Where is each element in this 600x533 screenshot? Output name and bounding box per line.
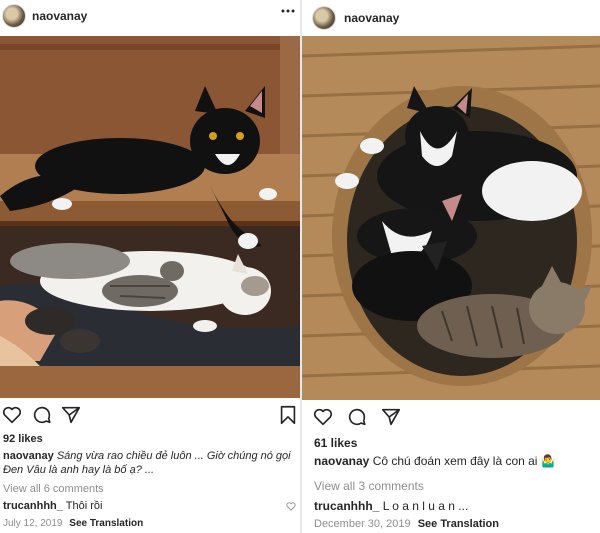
post-meta: December 30, 2019 See Translation	[314, 518, 499, 530]
post-photo[interactable]	[302, 36, 600, 400]
comment-username[interactable]: trucanhhh_	[3, 500, 63, 512]
heart-icon[interactable]	[1, 404, 23, 426]
comment-icon[interactable]	[31, 404, 53, 426]
avatar[interactable]	[312, 6, 336, 30]
comment-username[interactable]: trucanhhh_	[314, 499, 379, 513]
see-translation-link[interactable]: See Translation	[69, 518, 143, 529]
username[interactable]: naovanay	[344, 11, 399, 25]
left-post: naovanay 92 likes naovanay Sáng vừa rao …	[0, 0, 300, 533]
comment-text: L o a n l u a n ...	[382, 499, 469, 513]
likes-count[interactable]: 61 likes	[314, 436, 357, 450]
post-date: July 12, 2019	[3, 518, 63, 529]
action-bar	[0, 404, 300, 428]
share-icon[interactable]	[380, 406, 402, 428]
instagram-post-comparison: naovanay 92 likes naovanay Sáng vừa rao …	[0, 0, 600, 533]
caption-username[interactable]: naovanay	[3, 450, 54, 462]
comment: trucanhhh_ Thôi rồi	[3, 500, 102, 512]
avatar[interactable]	[2, 4, 26, 28]
comment-heart-icon[interactable]	[285, 501, 297, 512]
caption-username[interactable]: naovanay	[314, 454, 369, 468]
action-bar	[302, 406, 600, 430]
share-icon[interactable]	[60, 404, 82, 426]
caption-emoji: 🤷‍♂️	[540, 454, 556, 468]
comment: trucanhhh_ L o a n l u a n ...	[314, 499, 468, 513]
comment-text: Thôi rồi	[65, 500, 103, 512]
caption: naovanay Cô chú đoán xem đây là con ai 🤷…	[314, 454, 594, 468]
post-meta: July 12, 2019 See Translation	[3, 518, 143, 529]
bookmark-icon[interactable]	[277, 404, 299, 426]
post-header: naovanay	[0, 0, 300, 34]
post-header: naovanay	[302, 0, 600, 34]
heart-icon[interactable]	[312, 406, 334, 428]
view-all-comments-link[interactable]: View all 6 comments	[3, 483, 104, 495]
right-post: naovanay 61 likes naovanay Cô chú đoán x…	[302, 0, 600, 533]
see-translation-link[interactable]: See Translation	[418, 518, 499, 530]
ellipsis-horizontal-icon[interactable]	[280, 6, 296, 16]
caption-text: Cô chú đoán xem đây là con ai	[372, 454, 538, 468]
username[interactable]: naovanay	[32, 9, 87, 23]
view-all-comments-link[interactable]: View all 3 comments	[314, 479, 424, 493]
likes-count[interactable]: 92 likes	[3, 433, 43, 445]
comment-icon[interactable]	[346, 406, 368, 428]
post-date: December 30, 2019	[314, 518, 411, 530]
caption: naovanay Sáng vừa rao chiều đẻ luôn ... …	[3, 449, 297, 477]
post-photo[interactable]	[0, 36, 300, 398]
